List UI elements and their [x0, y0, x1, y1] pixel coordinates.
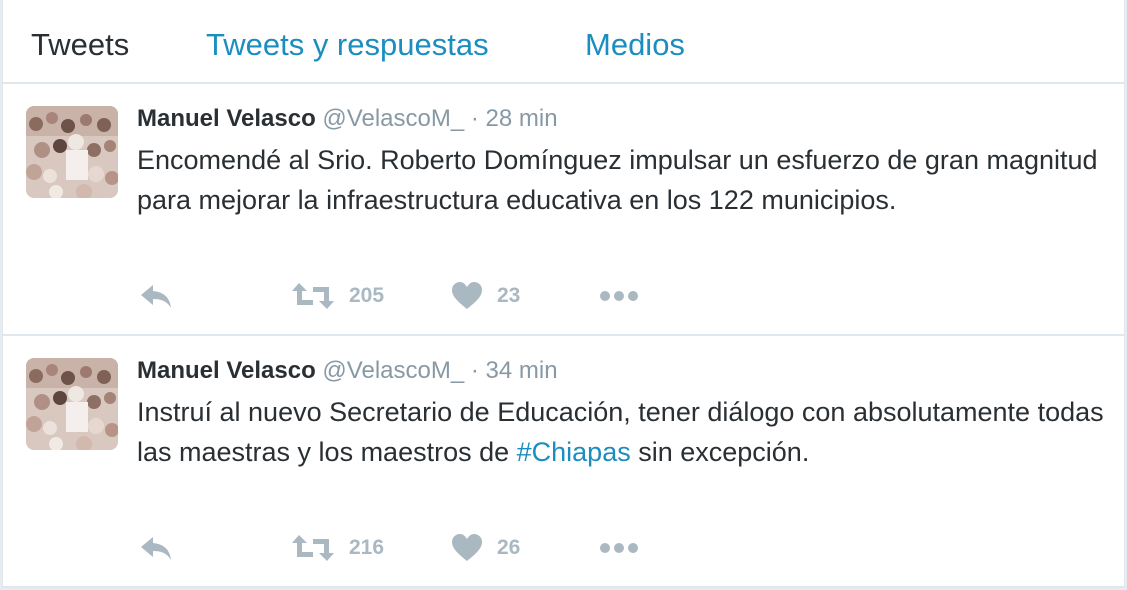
profile-timeline: Tweets Tweets y respuestas Medios Manuel…	[2, 0, 1125, 588]
more-icon	[600, 291, 638, 301]
tweet-time[interactable]: · 34 min	[471, 357, 558, 384]
tweet-time[interactable]: · 28 min	[471, 105, 558, 132]
like-button[interactable]: 26	[451, 528, 520, 568]
reply-icon	[141, 285, 171, 308]
retweet-count: 205	[349, 284, 385, 307]
like-count: 23	[497, 284, 521, 307]
tweet-header: Manuel Velasco @VelascoM_ · 34 min	[137, 356, 558, 386]
like-count: 26	[497, 536, 521, 559]
tweet-header: Manuel Velasco @VelascoM_ · 28 min	[137, 104, 558, 134]
author-handle[interactable]: @VelascoM_	[322, 105, 464, 132]
tweet-actions: 216 26	[137, 528, 737, 568]
tweet[interactable]: Manuel Velasco @VelascoM_ · 34 min Instr…	[3, 336, 1124, 588]
more-button[interactable]	[599, 276, 639, 316]
hashtag-link[interactable]: #Chiapas	[517, 437, 631, 467]
tab-media[interactable]: Medios	[585, 27, 685, 63]
retweet-count: 216	[349, 536, 385, 559]
heart-icon	[452, 282, 482, 309]
author-name[interactable]: Manuel Velasco	[137, 105, 316, 132]
tab-tweets[interactable]: Tweets	[31, 27, 129, 63]
tweet-text: Instruí al nuevo Secretario de Educación…	[137, 392, 1117, 472]
like-button[interactable]: 23	[451, 276, 520, 316]
retweet-button[interactable]: 205	[291, 276, 384, 316]
reply-icon	[141, 537, 171, 560]
more-button[interactable]	[599, 528, 639, 568]
author-name[interactable]: Manuel Velasco	[137, 357, 316, 384]
retweet-icon	[292, 283, 334, 309]
tweet-text: Encomendé al Srio. Roberto Domínguez imp…	[137, 140, 1117, 220]
tweet-text-body: Encomendé al Srio. Roberto Domínguez imp…	[137, 145, 1098, 215]
reply-button[interactable]	[137, 528, 175, 568]
avatar[interactable]	[26, 106, 118, 198]
tweet-actions: 205 23	[137, 276, 737, 316]
reply-button[interactable]	[137, 276, 175, 316]
profile-tabs: Tweets Tweets y respuestas Medios	[3, 0, 1124, 84]
heart-icon	[452, 534, 482, 561]
retweet-button[interactable]: 216	[291, 528, 384, 568]
tweet-text-tail: sin excepción.	[630, 437, 810, 467]
avatar[interactable]	[26, 358, 118, 450]
retweet-icon	[292, 535, 334, 561]
author-handle[interactable]: @VelascoM_	[322, 357, 464, 384]
tweet[interactable]: Manuel Velasco @VelascoM_ · 28 min Encom…	[3, 84, 1124, 336]
more-icon	[600, 543, 638, 553]
tab-tweets-and-replies[interactable]: Tweets y respuestas	[206, 27, 489, 63]
